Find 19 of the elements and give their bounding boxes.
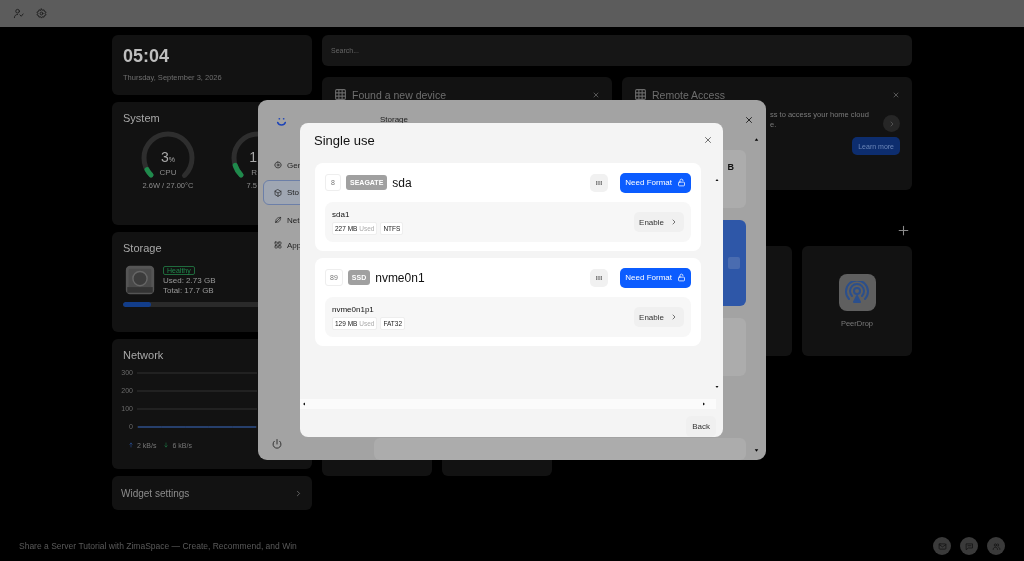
window-title: Storage bbox=[380, 115, 409, 124]
gauge-value: 1 bbox=[249, 149, 257, 165]
notice-title: Remote Access bbox=[652, 88, 726, 101]
clock-time: 05:04 bbox=[123, 46, 171, 67]
disk-name: nvme0n1 bbox=[375, 270, 426, 285]
disk-name: sda bbox=[392, 175, 413, 190]
gauge-value: 3 bbox=[161, 149, 169, 165]
partition-name: nvme0n1p1 bbox=[332, 304, 375, 314]
card-title: System bbox=[123, 112, 160, 124]
card-text: B bbox=[727, 162, 734, 174]
partition-name: sda1 bbox=[332, 209, 351, 219]
card-title: Network bbox=[123, 349, 164, 361]
gauge-label: R bbox=[251, 168, 257, 177]
card-title: Storage bbox=[123, 242, 162, 254]
used-text: Used: 2.73 GB bbox=[163, 275, 216, 285]
gauge-label: CPU bbox=[159, 168, 177, 177]
total-text: Total: 17.7 GB bbox=[163, 285, 215, 295]
dialog-title: Single use bbox=[314, 132, 375, 148]
notice-title: Found a new device bbox=[352, 88, 447, 101]
